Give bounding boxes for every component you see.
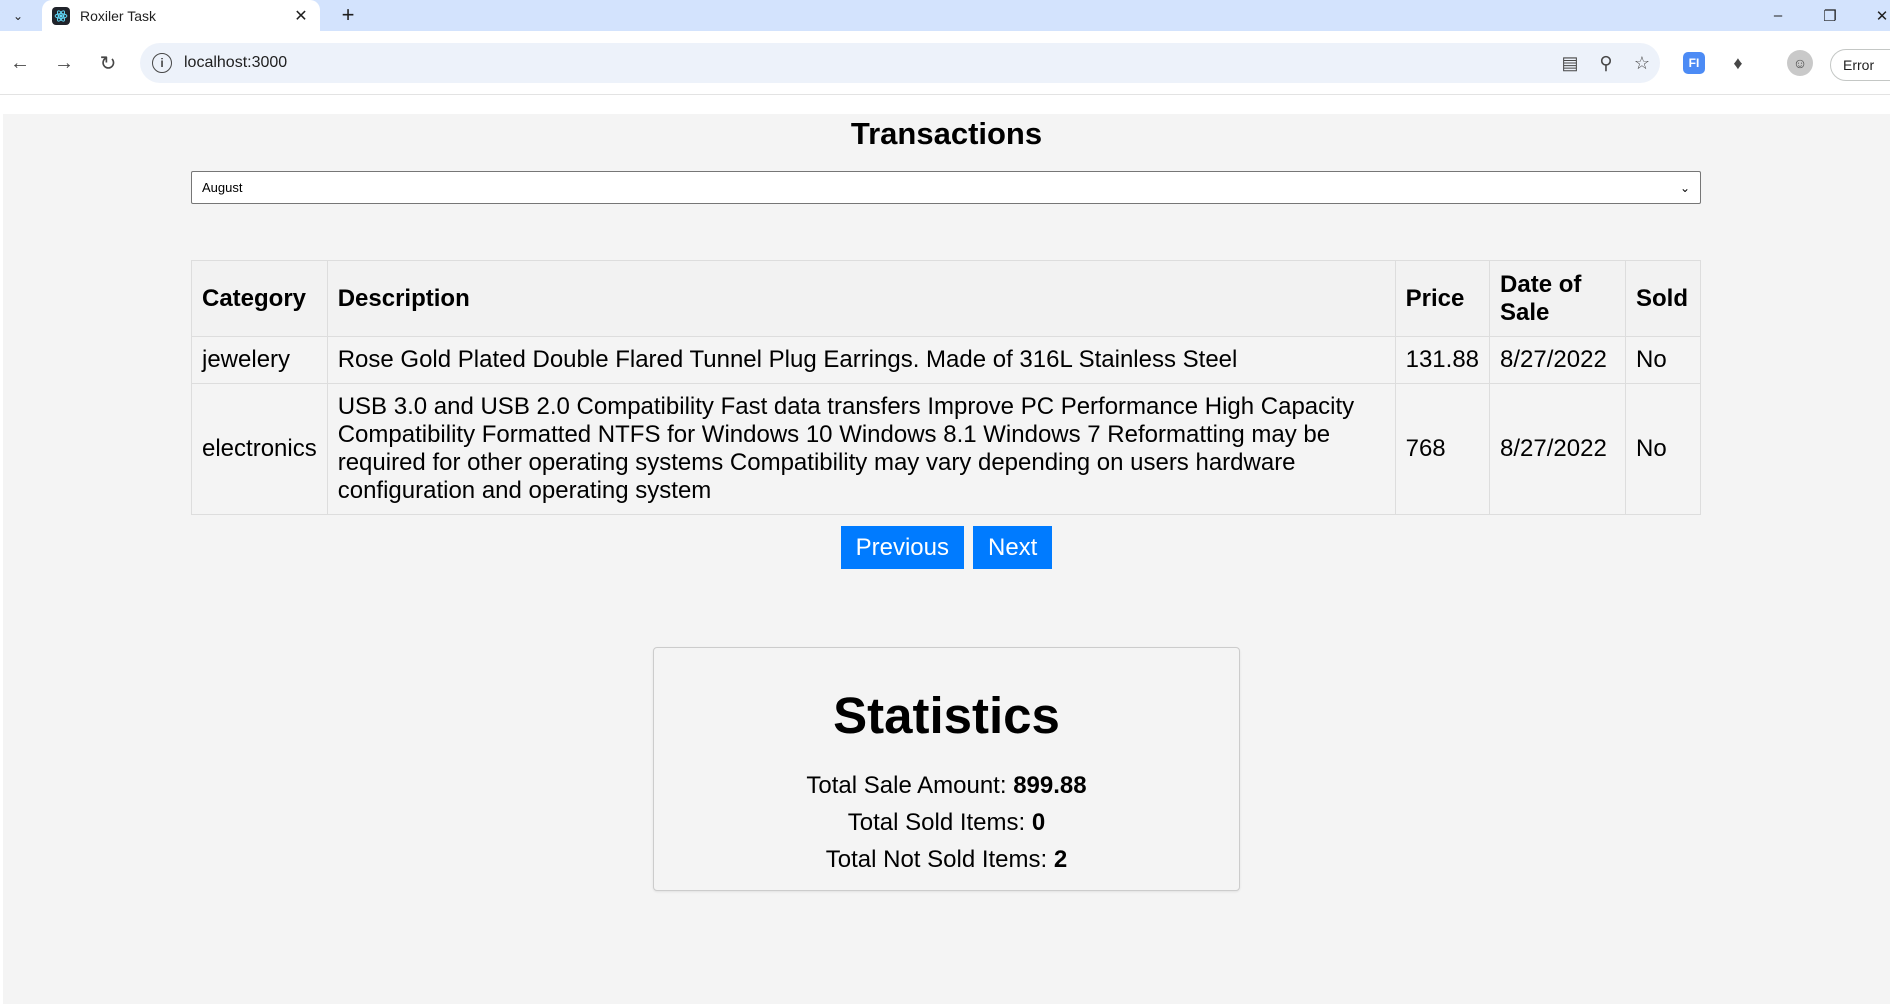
not-sold-value: 2 <box>1053 846 1068 873</box>
cell-price: 768 <box>1394 383 1491 515</box>
tab-strip: ⌄ Roxiler Task ✕ + – ❐ ✕ <box>0 0 1890 31</box>
month-select-value: August <box>202 180 243 195</box>
statistics-card: Statistics Total Sale Amount: 899.88 Tot… <box>653 647 1240 891</box>
cell-description: Rose Gold Plated Double Flared Tunnel Pl… <box>326 336 1396 384</box>
total-sale-label: Total Sale Amount: <box>806 772 1014 799</box>
extension-fi-icon[interactable]: FI <box>1678 47 1710 79</box>
total-sale-value: 899.88 <box>1013 772 1087 799</box>
previous-button[interactable]: Previous <box>840 526 964 569</box>
sold-label: Total Sold Items: <box>847 809 1032 836</box>
pagination: Previous Next <box>3 526 1890 569</box>
cell-sold: No <box>1624 336 1702 384</box>
statistics-title: Statistics <box>833 687 1060 744</box>
total-not-sold-items: Total Not Sold Items: 2 <box>654 841 1239 878</box>
cell-category: jewelery <box>191 336 328 384</box>
close-window-icon[interactable]: ✕ <box>1856 0 1890 31</box>
profile-avatar-icon[interactable]: ☺ <box>1784 47 1816 79</box>
not-sold-label: Total Not Sold Items: <box>825 846 1054 873</box>
cell-category: electronics <box>191 383 328 515</box>
table-row: jewelery Rose Gold Plated Double Flared … <box>191 336 1702 384</box>
bookmark-star-icon[interactable]: ☆ <box>1624 45 1660 81</box>
header-category: Category <box>191 260 328 337</box>
page-content: Transactions August ⌄ Category Descripti… <box>3 114 1890 1004</box>
table-header-row: Category Description Price Date of Sale … <box>191 260 1702 337</box>
header-description: Description <box>326 260 1396 337</box>
install-app-icon[interactable]: ▤ <box>1552 45 1588 81</box>
site-info-icon[interactable]: i <box>152 53 172 73</box>
cell-description: USB 3.0 and USB 2.0 Compatibility Fast d… <box>326 383 1396 515</box>
zoom-icon[interactable]: ⚲ <box>1588 45 1624 81</box>
header-sold: Sold <box>1624 260 1702 337</box>
next-button[interactable]: Next <box>973 526 1053 569</box>
profile-error-label: Error <box>1843 57 1875 73</box>
tab-title: Roxiler Task <box>80 7 156 24</box>
cell-date: 8/27/2022 <box>1489 383 1626 515</box>
extensions-puzzle-icon[interactable]: ♦ <box>1722 47 1754 79</box>
cell-price: 131.88 <box>1394 336 1491 384</box>
tab-search-chevron-icon[interactable]: ⌄ <box>4 4 32 28</box>
new-tab-plus-icon[interactable]: + <box>334 2 362 28</box>
tab-close-icon[interactable]: ✕ <box>292 6 310 26</box>
page-title: Transactions <box>850 116 1043 151</box>
cell-date: 8/27/2022 <box>1489 336 1626 384</box>
address-bar[interactable]: i localhost:3000 ▤ ⚲ ☆ <box>140 43 1660 83</box>
transactions-table: Category Description Price Date of Sale … <box>191 260 1702 515</box>
forward-arrow-icon[interactable]: → <box>48 47 80 79</box>
total-sold-items: Total Sold Items: 0 <box>654 804 1239 841</box>
back-arrow-icon[interactable]: ← <box>4 47 36 79</box>
browser-tab[interactable]: Roxiler Task ✕ <box>42 0 320 31</box>
chevron-down-icon: ⌄ <box>1679 180 1690 195</box>
restore-icon[interactable]: ❐ <box>1804 0 1856 31</box>
month-select[interactable]: August ⌄ <box>191 171 1701 204</box>
sold-value: 0 <box>1031 809 1046 836</box>
header-price: Price <box>1394 260 1491 337</box>
reload-icon[interactable]: ↻ <box>92 47 124 79</box>
cell-sold: No <box>1624 383 1702 515</box>
url-text[interactable]: localhost:3000 <box>184 54 1552 72</box>
react-favicon-icon <box>52 6 70 25</box>
table-row: electronics USB 3.0 and USB 2.0 Compatib… <box>191 383 1702 515</box>
header-date-of-sale: Date of Sale <box>1489 260 1626 337</box>
browser-toolbar: ← → ↻ i localhost:3000 ▤ ⚲ ☆ FI ♦ ☺ Erro… <box>0 31 1890 95</box>
total-sale-amount: Total Sale Amount: 899.88 <box>654 767 1239 804</box>
profile-error-button[interactable]: Error <box>1830 49 1890 81</box>
minimize-icon[interactable]: – <box>1752 0 1804 31</box>
